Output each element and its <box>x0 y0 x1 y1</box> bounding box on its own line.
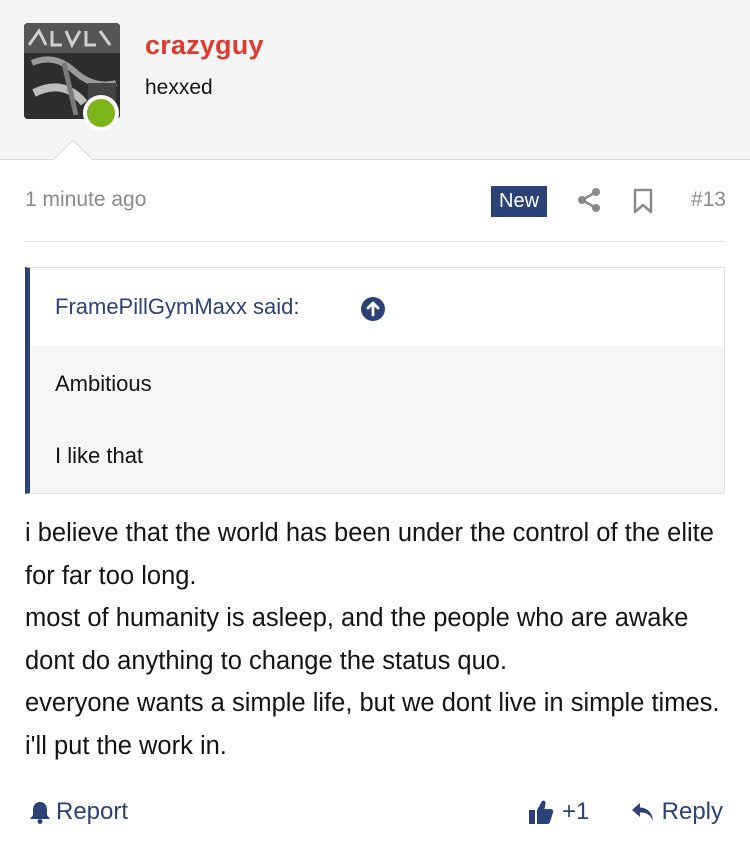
quote-line: Ambitious <box>55 371 152 396</box>
like-count: +1 <box>562 798 590 825</box>
new-badge: New <box>491 186 548 217</box>
pointer-arrow <box>52 140 94 162</box>
reply-label: Reply <box>661 798 723 825</box>
post-paragraph: everyone wants a simple life, but we don… <box>25 689 720 760</box>
user-title: hexxed <box>145 76 213 99</box>
reply-button[interactable]: Reply <box>630 798 723 826</box>
divider <box>25 241 725 242</box>
quote-block: FramePillGymMaxx said: Ambitious I like … <box>25 267 725 494</box>
share-icon[interactable] <box>576 187 602 213</box>
post-body: i believe that the world has been under … <box>25 512 730 767</box>
like-button[interactable]: +1 <box>528 798 589 826</box>
online-status-dot <box>83 95 119 131</box>
quote-header: FramePillGymMaxx said: <box>30 268 724 346</box>
reply-icon <box>631 803 653 821</box>
bell-icon <box>30 802 50 824</box>
post-paragraph: most of humanity is asleep, and the peop… <box>25 604 689 675</box>
report-label: Report <box>56 798 129 825</box>
jump-to-quote-icon[interactable] <box>360 296 386 322</box>
post-timestamp[interactable]: 1 minute ago <box>25 188 146 212</box>
quote-line: I like that <box>55 443 144 468</box>
user-header: crazyguy hexxed <box>0 0 750 162</box>
bookmark-icon[interactable] <box>632 188 654 214</box>
post-number[interactable]: #13 <box>691 188 726 212</box>
report-button[interactable]: Report <box>29 798 128 826</box>
username[interactable]: crazyguy <box>145 30 264 61</box>
thumbs-up-icon <box>529 800 554 824</box>
post-paragraph: i believe that the world has been under … <box>25 519 714 590</box>
quote-author[interactable]: FramePillGymMaxx said: <box>55 294 299 320</box>
